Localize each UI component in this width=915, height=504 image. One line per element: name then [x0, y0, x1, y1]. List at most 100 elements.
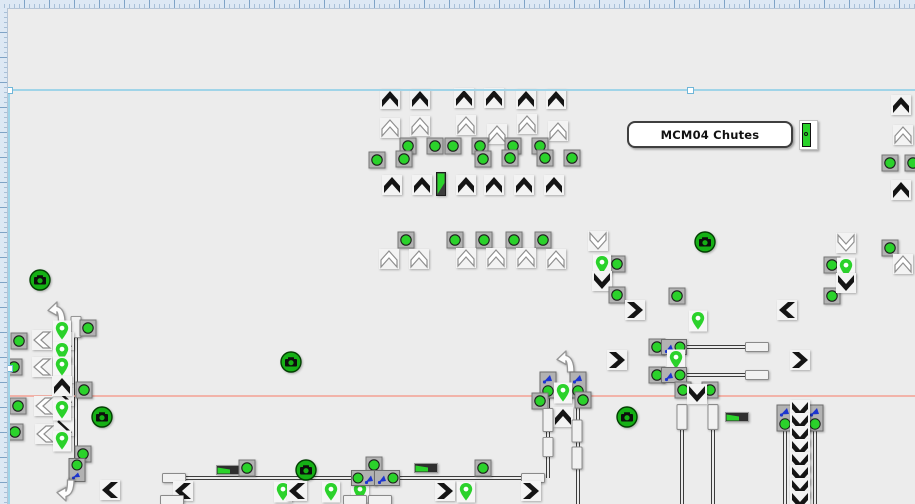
status-light-indicator[interactable] — [11, 333, 28, 350]
camera-icon[interactable] — [91, 406, 113, 428]
chevron-up-icon[interactable] — [454, 88, 474, 108]
status-light-indicator[interactable] — [575, 392, 592, 409]
chevron-up-icon[interactable] — [410, 89, 430, 109]
chevron-right-icon[interactable] — [435, 481, 455, 501]
chevron-up-outline-icon[interactable] — [546, 249, 566, 269]
chute-group-label[interactable]: MCM04 Chutes — [627, 121, 793, 148]
status-light-indicator[interactable] — [10, 398, 27, 415]
status-light-indicator[interactable] — [80, 320, 97, 337]
chevron-up-icon[interactable] — [514, 175, 534, 195]
location-pin-icon[interactable] — [53, 400, 71, 421]
conveyor-cap[interactable] — [543, 408, 554, 432]
chevron-up-icon[interactable] — [891, 180, 911, 200]
chute-position-indicator[interactable] — [799, 120, 818, 150]
status-light-indicator[interactable] — [537, 150, 554, 167]
status-light-indicator[interactable] — [564, 150, 581, 167]
chevron-right-icon[interactable] — [790, 350, 810, 370]
conveyor-cap[interactable] — [543, 437, 554, 457]
chevron-up-outline-icon[interactable] — [548, 121, 568, 141]
chevron-right-icon[interactable] — [607, 350, 627, 370]
conveyor-cap[interactable] — [160, 495, 184, 504]
status-light-indicator[interactable] — [369, 152, 386, 169]
chevron-up-outline-icon[interactable] — [409, 249, 429, 269]
turn-arrow-icon[interactable] — [54, 476, 78, 502]
chevron-left-outline-icon[interactable] — [34, 396, 54, 416]
chevron-up-icon[interactable] — [546, 89, 566, 109]
conveyor-cap[interactable] — [745, 370, 769, 380]
chevron-right-icon[interactable] — [625, 300, 645, 320]
chevron-up-icon[interactable] — [380, 89, 400, 109]
vertical-ruler[interactable] — [0, 8, 8, 504]
vertical-gate-indicator[interactable] — [436, 172, 446, 196]
chevron-up-outline-icon[interactable] — [379, 249, 399, 269]
camera-icon[interactable] — [29, 269, 51, 291]
location-pin-icon[interactable] — [322, 482, 340, 503]
status-light-indicator[interactable] — [609, 287, 626, 304]
chevron-up-icon[interactable] — [382, 175, 402, 195]
status-light-indicator[interactable] — [427, 138, 444, 155]
status-light-indicator[interactable] — [398, 232, 415, 249]
chevron-up-icon[interactable] — [544, 175, 564, 195]
chevron-up-outline-icon[interactable] — [456, 248, 476, 268]
location-pin-icon[interactable] — [554, 383, 572, 404]
chevron-left-outline-icon[interactable] — [32, 330, 52, 350]
status-light-indicator[interactable] — [475, 460, 492, 477]
location-pin-icon[interactable] — [53, 357, 71, 378]
chevron-down-outline-icon[interactable] — [588, 231, 608, 251]
chevron-up-outline-icon[interactable] — [516, 248, 536, 268]
status-light-indicator[interactable] — [506, 232, 523, 249]
chevron-up-icon[interactable] — [891, 95, 911, 115]
location-pin-icon[interactable] — [53, 431, 71, 452]
chevron-up-icon[interactable] — [412, 175, 432, 195]
chevron-right-icon[interactable] — [521, 481, 541, 501]
chevron-left-icon[interactable] — [287, 481, 307, 501]
chevron-up-outline-icon[interactable] — [456, 115, 476, 135]
conveyor-cap[interactable] — [708, 404, 719, 430]
chevron-up-icon[interactable] — [52, 376, 72, 396]
sensor-box[interactable] — [374, 470, 400, 486]
status-light-indicator[interactable] — [476, 232, 493, 249]
camera-icon[interactable] — [280, 351, 302, 373]
camera-icon[interactable] — [694, 231, 716, 253]
chevron-up-outline-icon[interactable] — [517, 114, 537, 134]
chevron-left-icon[interactable] — [777, 300, 797, 320]
chevron-up-outline-icon[interactable] — [893, 254, 913, 274]
horizontal-ruler[interactable] — [0, 0, 915, 9]
chevron-down-icon[interactable] — [836, 273, 856, 293]
status-light-indicator[interactable] — [532, 393, 549, 410]
chevron-up-icon[interactable] — [484, 88, 504, 108]
conveyor-cap[interactable] — [745, 342, 769, 352]
status-light-indicator[interactable] — [905, 155, 915, 172]
status-light-indicator[interactable] — [882, 155, 899, 172]
status-light-indicator[interactable] — [475, 151, 492, 168]
chevron-up-icon[interactable] — [456, 175, 476, 195]
location-pin-icon[interactable] — [457, 482, 475, 503]
status-light-indicator[interactable] — [447, 232, 464, 249]
status-light-indicator[interactable] — [609, 256, 626, 273]
chevron-up-icon[interactable] — [484, 175, 504, 195]
location-pin-icon[interactable] — [689, 311, 707, 332]
selection-handle[interactable] — [687, 87, 694, 94]
belt-gauge-indicator[interactable] — [216, 465, 240, 475]
chevron-left-outline-icon[interactable] — [32, 357, 52, 377]
chevron-down-outline-icon[interactable] — [836, 233, 856, 253]
conveyor-cap[interactable] — [572, 420, 583, 443]
belt-gauge-indicator[interactable] — [414, 463, 438, 473]
conveyor-cap[interactable] — [368, 495, 392, 504]
status-light-indicator[interactable] — [76, 382, 93, 399]
chevron-down-icon[interactable] — [790, 491, 810, 504]
conveyor-cap[interactable] — [677, 404, 688, 430]
chevron-up-outline-icon[interactable] — [486, 248, 506, 268]
chevron-up-outline-icon[interactable] — [410, 116, 430, 136]
chevron-up-outline-icon[interactable] — [380, 118, 400, 138]
chevron-up-outline-icon[interactable] — [893, 125, 913, 145]
belt-gauge-indicator[interactable] — [725, 412, 749, 422]
conveyor-cap[interactable] — [343, 495, 367, 504]
chevron-up-icon[interactable] — [553, 407, 573, 427]
camera-icon[interactable] — [616, 406, 638, 428]
status-light-indicator[interactable] — [445, 138, 462, 155]
chevron-up-icon[interactable] — [516, 89, 536, 109]
status-light-indicator[interactable] — [396, 151, 413, 168]
status-light-indicator[interactable] — [239, 460, 256, 477]
status-light-indicator[interactable] — [502, 150, 519, 167]
